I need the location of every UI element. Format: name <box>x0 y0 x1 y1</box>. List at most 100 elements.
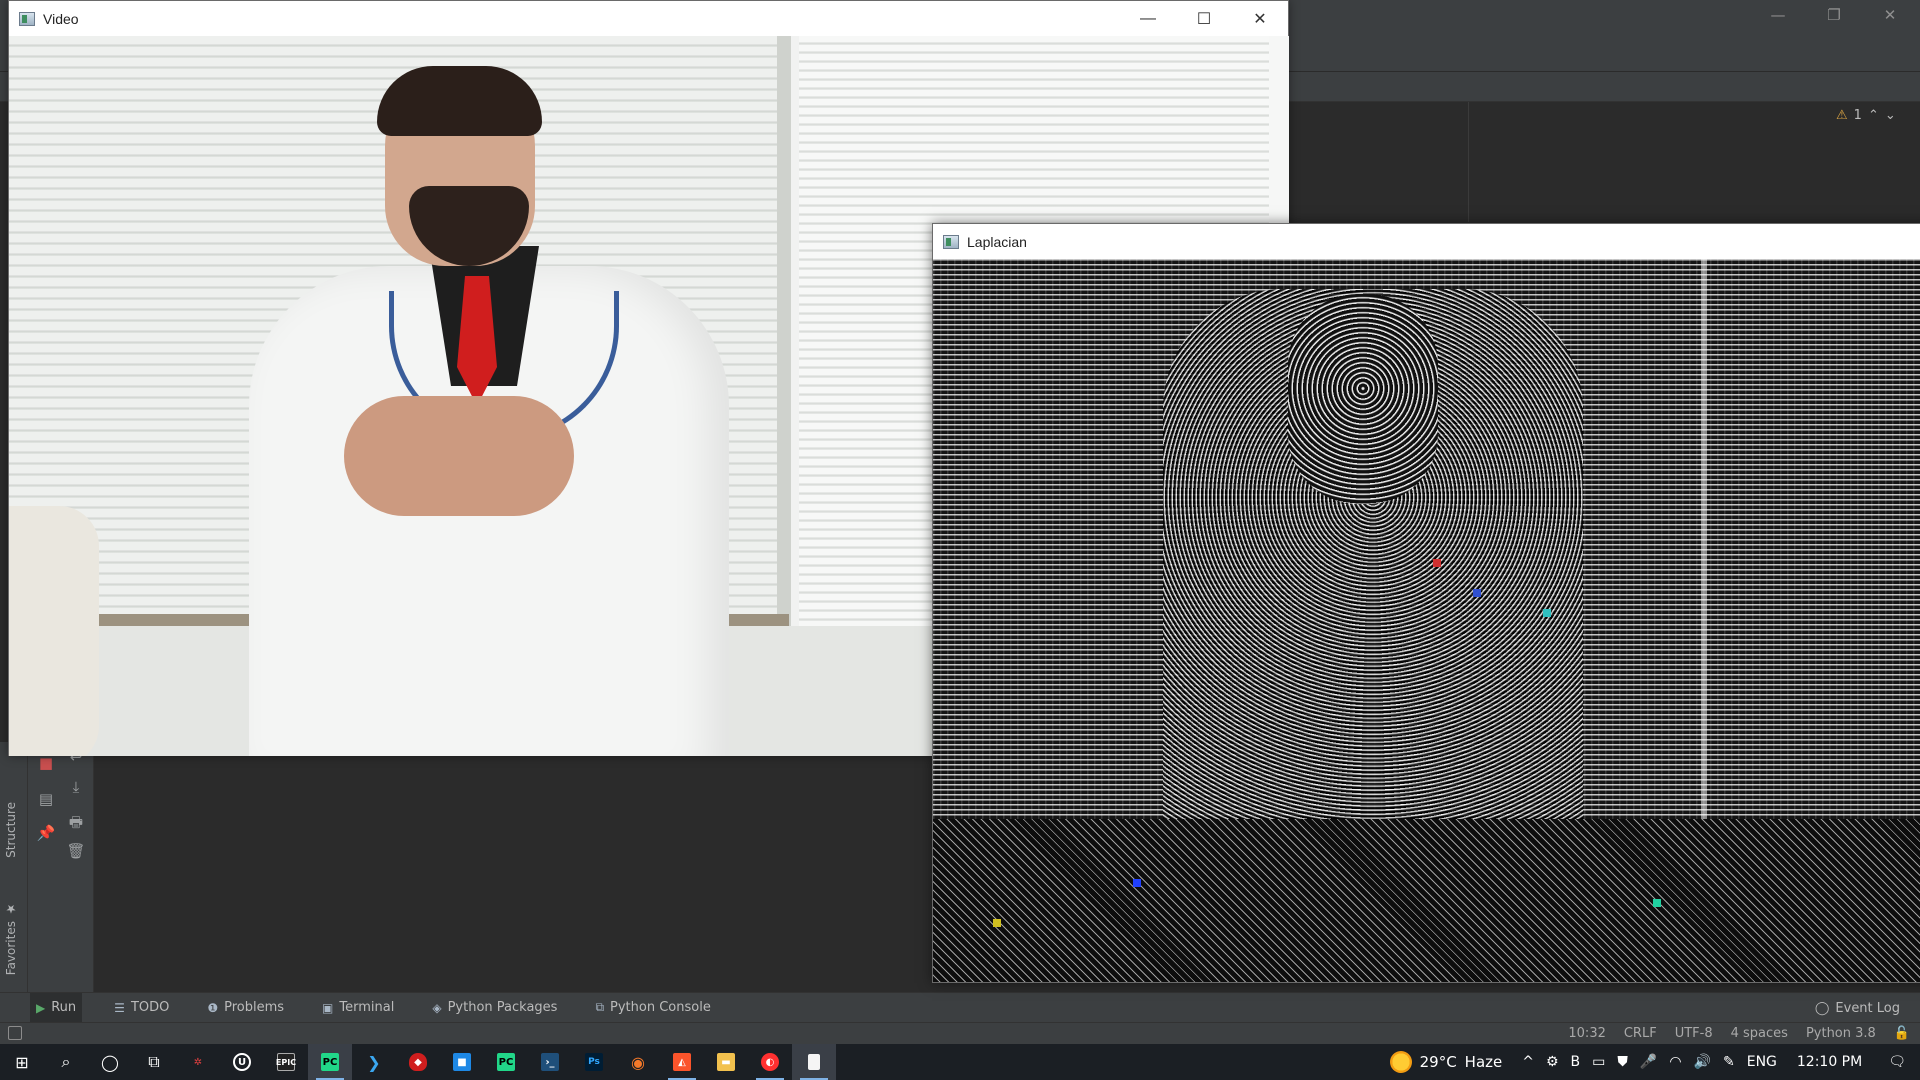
video-window-title: Video <box>43 10 79 27</box>
pin-icon[interactable]: 📌 <box>34 824 58 842</box>
terminal-icon: ▣ <box>322 1000 334 1015</box>
chevron-up-icon[interactable]: ⌃ <box>1868 108 1879 123</box>
line-separator[interactable]: CRLF <box>1624 1026 1657 1041</box>
print-icon[interactable]: 🖶 <box>64 812 88 837</box>
epic-games-icon[interactable]: EPIC <box>264 1044 308 1080</box>
laplacian-titlebar[interactable]: Laplacian <box>933 224 1920 259</box>
inspection-widget[interactable]: ⚠ 1 ⌃ ⌄ <box>1836 108 1896 123</box>
structure-label: Structure <box>4 802 18 858</box>
tab-python-console-label: Python Console <box>610 1000 711 1015</box>
caret-position[interactable]: 10:32 <box>1568 1026 1605 1041</box>
tab-problems-label: Problems <box>224 1000 285 1015</box>
volume-icon[interactable]: 🔊 <box>1694 1054 1711 1070</box>
structure-tab[interactable]: Structure <box>4 802 18 858</box>
python-console-icon: ⧉ <box>595 1000 605 1014</box>
restore-icon[interactable]: ❐ <box>1816 6 1852 24</box>
powershell-icon[interactable]: ›_ <box>528 1044 572 1080</box>
cortana-icon[interactable]: ◯ <box>88 1044 132 1080</box>
windows-taskbar: ⊞ ⌕ ◯ ⧉ ✲ U EPIC PC ❯ ◆ ■ PC ›_ Ps ◉ ◭ ▬… <box>0 1044 1920 1080</box>
blue-app-icon[interactable]: ■ <box>440 1044 484 1080</box>
photoshop-icon[interactable]: Ps <box>572 1044 616 1080</box>
vscode-icon[interactable]: ❯ <box>352 1044 396 1080</box>
doctor-hands <box>344 396 574 516</box>
maximize-icon[interactable]: ☐ <box>1176 1 1232 36</box>
event-log-button[interactable]: ◯ Event Log <box>1815 993 1900 1023</box>
laplacian-head-edges <box>1288 294 1438 504</box>
weather-widget[interactable]: 29°C Haze <box>1389 1051 1503 1073</box>
tab-problems[interactable]: ❶ Problems <box>201 993 290 1023</box>
bing-icon[interactable]: B <box>1571 1054 1581 1070</box>
edge-color-speck <box>993 919 1001 927</box>
system-tray: 29°C Haze ^ ⚙ B ▭ ⛊ 🎤 ◠ 🔊 ✎ ENG 12:10 PM… <box>1389 1044 1920 1080</box>
python-interpreter[interactable]: Python 3.8 <box>1806 1026 1876 1041</box>
settings-tray-icon[interactable]: ⚙ <box>1546 1054 1559 1070</box>
event-log-icon: ◯ <box>1814 1000 1830 1016</box>
info-icon: ❶ <box>207 1000 219 1015</box>
scroll-to-end-icon[interactable]: ⤓ <box>64 778 88 796</box>
trash-icon[interactable]: 🗑 <box>64 842 88 860</box>
antivirus-tray-icon[interactable]: ⛊ <box>1617 1054 1628 1070</box>
status-bar: 10:32 CRLF UTF-8 4 spaces Python 3.8 🔓 <box>0 1022 1920 1044</box>
tab-run[interactable]: ▶ Run <box>30 992 83 1023</box>
stop-icon[interactable]: ■ <box>34 754 58 772</box>
antivirus-icon[interactable]: ◆ <box>396 1044 440 1080</box>
tab-terminal-label: Terminal <box>339 1000 395 1015</box>
close-icon[interactable]: ✕ <box>1232 1 1288 36</box>
pycharm-icon[interactable]: PC <box>308 1044 352 1080</box>
blender-icon[interactable]: ◉ <box>616 1044 660 1080</box>
lock-icon[interactable]: 🔓 <box>1894 1026 1910 1041</box>
doctor-hair <box>377 66 542 136</box>
close-icon[interactable]: ✕ <box>1872 6 1908 24</box>
edge-color-speck <box>1473 589 1481 597</box>
wifi-icon[interactable]: ◠ <box>1669 1054 1681 1070</box>
opencv-window-icon <box>19 11 35 26</box>
tab-python-packages[interactable]: ◈ Python Packages <box>426 993 563 1023</box>
tab-run-label: Run <box>51 1000 77 1015</box>
file-encoding[interactable]: UTF-8 <box>1675 1026 1713 1041</box>
microphone-icon[interactable]: 🎤 <box>1640 1054 1657 1070</box>
video-titlebar[interactable]: Video — ☐ ✕ <box>9 1 1288 36</box>
chevron-down-icon[interactable]: ⌄ <box>1885 108 1896 123</box>
red-circle-app-icon[interactable]: ◐ <box>748 1044 792 1080</box>
clock[interactable]: 12:10 PM <box>1797 1054 1862 1070</box>
favorites-label: Favorites <box>4 921 18 976</box>
minimize-icon[interactable]: — <box>1760 6 1796 24</box>
davinci-resolve-icon[interactable]: ✲ <box>176 1044 220 1080</box>
tab-python-packages-label: Python Packages <box>447 1000 558 1015</box>
tab-todo[interactable]: ☰ TODO <box>108 993 175 1023</box>
laplacian-lower-edges <box>933 819 1920 982</box>
run-panel-toolbar: ■ ▤ 📌 ↩ ⤓ 🖶 🗑 <box>28 742 94 992</box>
weather-temperature: 29°C <box>1419 1053 1457 1071</box>
chair <box>9 506 99 756</box>
pen-icon[interactable]: ✎ <box>1723 1054 1735 1070</box>
search-icon[interactable]: ⌕ <box>44 1044 88 1080</box>
weather-condition: Haze <box>1464 1053 1503 1071</box>
language-indicator[interactable]: ENG <box>1747 1054 1777 1070</box>
chevron-up-icon[interactable]: ^ <box>1522 1054 1534 1070</box>
tab-python-console[interactable]: ⧉ Python Console <box>589 993 716 1023</box>
file-explorer-icon[interactable]: ▬ <box>704 1044 748 1080</box>
opencv-window-icon <box>943 234 959 249</box>
left-tool-strip: Structure Favorites ★ <box>0 742 28 992</box>
pycharm-ce-icon[interactable]: PC <box>484 1044 528 1080</box>
notification-icon[interactable]: 🗨 <box>1888 1054 1906 1070</box>
task-view-icon[interactable]: ⧉ <box>132 1044 176 1080</box>
favorites-tab[interactable]: Favorites ★ <box>4 902 18 975</box>
laplacian-window: Laplacian <box>932 223 1920 983</box>
layout-icon[interactable]: ▤ <box>34 790 58 808</box>
unreal-engine-icon[interactable]: U <box>220 1044 264 1080</box>
laplacian-frame-image <box>933 259 1920 982</box>
tab-terminal[interactable]: ▣ Terminal <box>316 993 400 1023</box>
tool-window-bar: ▶ Run ☰ TODO ❶ Problems ▣ Terminal ◈ Pyt… <box>0 992 1920 1023</box>
minimize-icon[interactable]: — <box>1120 1 1176 36</box>
tool-windows-toggle-icon[interactable] <box>8 1026 22 1040</box>
indent-setting[interactable]: 4 spaces <box>1731 1026 1788 1041</box>
brave-browser-icon[interactable]: ◭ <box>660 1044 704 1080</box>
star-icon: ★ <box>4 902 18 916</box>
edge-color-speck <box>1433 559 1441 567</box>
opencv-app-icon[interactable] <box>792 1044 836 1080</box>
windows-start-icon[interactable]: ⊞ <box>0 1044 44 1080</box>
edge-color-speck <box>1653 899 1661 907</box>
tab-todo-label: TODO <box>130 1000 170 1015</box>
battery-icon[interactable]: ▭ <box>1592 1054 1605 1070</box>
